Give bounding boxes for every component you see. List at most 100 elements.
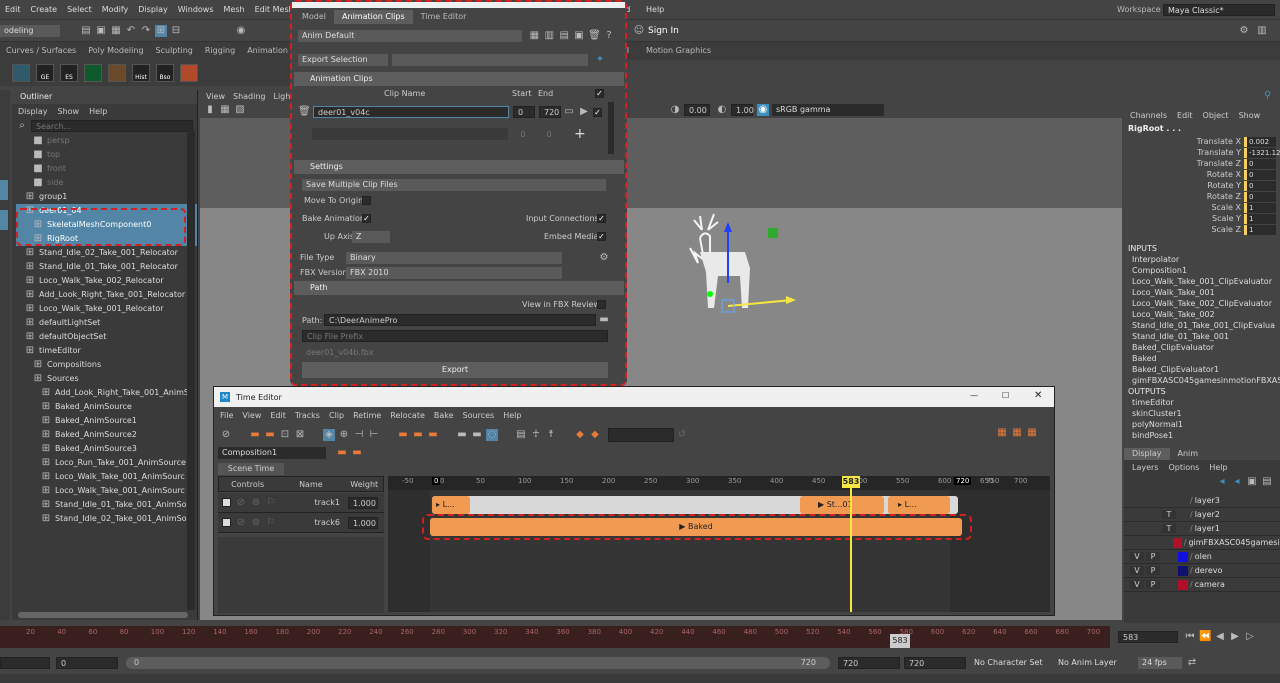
outliner-item[interactable]: ⊞ Baked_AnimSource bbox=[16, 400, 197, 414]
close-icon[interactable]: ✕ bbox=[1034, 390, 1042, 401]
outliner-item[interactable]: ■ top bbox=[16, 148, 197, 162]
new-clip-name-input[interactable] bbox=[312, 128, 508, 140]
layer-menu-help[interactable]: Help bbox=[1209, 463, 1227, 472]
redo-icon[interactable]: ↷ bbox=[140, 25, 152, 37]
preset-save-icon[interactable]: ▣ bbox=[573, 30, 585, 42]
export-button[interactable]: Export bbox=[302, 362, 608, 378]
track-mute-icon[interactable]: ⊘ bbox=[235, 497, 247, 509]
playhead-marker[interactable]: 583 bbox=[842, 476, 860, 488]
animation-end-field[interactable]: 720 bbox=[904, 657, 966, 669]
channel-attr-row[interactable]: Rotate Z0 bbox=[1124, 191, 1280, 202]
layer-menu-options[interactable]: Options bbox=[1168, 463, 1199, 472]
open-scene-icon[interactable]: ▣ bbox=[95, 25, 107, 37]
outliner-hscrollbar[interactable] bbox=[18, 612, 188, 618]
input-node[interactable]: Loco_Walk_Take_002_ClipEvaluator bbox=[1124, 298, 1280, 309]
shelf-button-graph[interactable] bbox=[12, 64, 30, 82]
layer-move-up-icon[interactable]: ◂ bbox=[1216, 476, 1228, 488]
shelf-tab-animation[interactable]: Animation bbox=[241, 42, 294, 60]
outliner-item[interactable]: ⊞ Stand_Idle_01_Take_001_AnimSou bbox=[16, 498, 197, 512]
te-menu-item[interactable]: Retime bbox=[353, 411, 381, 420]
all-clips-checkbox[interactable]: ✓ bbox=[595, 89, 604, 98]
scene-time-tab[interactable]: Scene Time bbox=[218, 463, 284, 475]
modeling-toolkit-icon[interactable]: ⚙ bbox=[1238, 25, 1250, 37]
output-node[interactable]: polyNormal1 bbox=[1124, 419, 1280, 430]
time-slider[interactable]: 20 40 60 80 100 120 140 160 180 200 220 240 260 280 30… bbox=[0, 626, 1110, 648]
fbx-settings-gear-icon[interactable]: ⚙ bbox=[598, 252, 610, 264]
channel-menu-edit[interactable]: Edit bbox=[1177, 111, 1193, 120]
layer-row[interactable]: / layer3 bbox=[1124, 494, 1280, 508]
key-layer-icon[interactable]: ◆ bbox=[589, 429, 601, 441]
preset-dropdown[interactable]: Anim Default bbox=[298, 30, 523, 42]
colorspace-icon[interactable]: ◉ bbox=[757, 104, 769, 116]
channel-attr-value[interactable]: 1 bbox=[1244, 224, 1276, 235]
te-menu-item[interactable]: Sources bbox=[463, 411, 495, 420]
shelf-button-es[interactable]: ES bbox=[60, 64, 78, 82]
scale-tool-te-icon[interactable]: ⊕ bbox=[338, 429, 350, 441]
clip-play-icon[interactable]: ▶ bbox=[578, 106, 590, 118]
channel-attr-row[interactable]: Translate Z0 bbox=[1124, 158, 1280, 169]
outliner-menu-display[interactable]: Display bbox=[18, 107, 48, 116]
track-weight-field[interactable]: 1.000 bbox=[348, 516, 378, 529]
track-row[interactable]: ⊘ ⊚ ⚐ track1 1.000 bbox=[218, 493, 384, 513]
save-scene-icon[interactable]: ▦ bbox=[110, 25, 122, 37]
mode-dropdown[interactable]: odeling bbox=[0, 24, 60, 37]
deer-model[interactable] bbox=[670, 208, 800, 328]
workspace-dropdown[interactable]: Maya Classic* bbox=[1163, 4, 1275, 16]
input-node[interactable]: Loco_Walk_Take_001 bbox=[1124, 287, 1280, 298]
folder-icon[interactable]: ▬ bbox=[598, 314, 610, 326]
menu-edit[interactable]: Edit bbox=[0, 0, 26, 20]
go-to-start-icon[interactable]: ⏮ bbox=[1184, 631, 1196, 643]
channel-attr-value[interactable]: 0 bbox=[1244, 191, 1276, 202]
te-menu-item[interactable]: Edit bbox=[270, 411, 286, 420]
preset-delete-icon[interactable]: 🗑 bbox=[588, 30, 601, 42]
preset-add-icon[interactable]: ▦ bbox=[528, 30, 540, 42]
exposure-icon[interactable]: ◑ bbox=[669, 104, 681, 116]
move-to-origin-checkbox[interactable] bbox=[362, 196, 371, 205]
layer-playback-toggle[interactable]: P bbox=[1146, 580, 1160, 589]
track-lock-icon[interactable]: ⊚ bbox=[250, 497, 262, 509]
outliner-item[interactable]: ⊞ Stand_Idle_01_Take_001_Relocator bbox=[16, 260, 197, 274]
layer-visibility-toggle[interactable]: V bbox=[1130, 552, 1144, 561]
input-node[interactable]: Baked_ClipEvaluator bbox=[1124, 342, 1280, 353]
outliner-search-input[interactable]: Search... bbox=[31, 120, 193, 132]
te-menu-item[interactable]: File bbox=[220, 411, 233, 420]
channel-attr-row[interactable]: Scale Y1 bbox=[1124, 213, 1280, 224]
bookmark-icon[interactable]: ▧ bbox=[234, 104, 246, 116]
outliner-item[interactable]: ⊞ Add_Look_Right_Take_001_AnimS bbox=[16, 386, 197, 400]
channel-menu-show[interactable]: Show bbox=[1239, 111, 1261, 120]
hold-clip-icon[interactable]: ▬ bbox=[427, 429, 439, 441]
layer-tab-anim[interactable]: Anim bbox=[1170, 448, 1207, 460]
user-icon[interactable]: ☺ bbox=[633, 25, 645, 37]
input-connections-checkbox[interactable]: ✓ bbox=[597, 214, 606, 223]
te-menu-item[interactable]: Tracks bbox=[295, 411, 320, 420]
menu-create[interactable]: Create bbox=[26, 0, 63, 20]
shelf-button-camera[interactable] bbox=[180, 64, 198, 82]
up-axis-dropdown[interactable]: Z bbox=[352, 231, 390, 243]
embed-media-checkbox[interactable]: ✓ bbox=[597, 232, 606, 241]
add-clip-icon[interactable]: + bbox=[574, 126, 586, 142]
select-hierarchy-icon[interactable]: ⊞ bbox=[155, 24, 167, 37]
channel-attr-row[interactable]: Rotate Y0 bbox=[1124, 180, 1280, 191]
shelf-button-hist[interactable]: Hist bbox=[132, 64, 150, 82]
channel-attr-value[interactable]: 0.002 bbox=[1244, 136, 1276, 147]
path-input[interactable]: C:\DeerAnimePro bbox=[324, 314, 596, 326]
playback-end-field[interactable]: 720 bbox=[838, 657, 900, 669]
fbx-version-dropdown[interactable]: FBX 2010 bbox=[346, 267, 562, 279]
layer-color-swatch[interactable] bbox=[1172, 537, 1182, 548]
viewport-menu-shading[interactable]: Shading bbox=[233, 92, 266, 101]
minimize-icon[interactable]: — bbox=[970, 391, 978, 400]
clip-end-input[interactable]: 720 bbox=[539, 106, 561, 118]
te-menu-item[interactable]: Bake bbox=[434, 411, 454, 420]
shelf-button-key[interactable] bbox=[108, 64, 126, 82]
new-clip-start[interactable]: 0 bbox=[512, 130, 534, 139]
track-lock-icon[interactable]: ⊚ bbox=[250, 517, 262, 529]
gamma-field[interactable]: 1.00 bbox=[731, 104, 754, 116]
new-clip-end[interactable]: 0 bbox=[538, 130, 560, 139]
timeline-area[interactable]: -50 0 0 50 100 150 200 250 300 350 400 450 500 550 600… bbox=[388, 476, 1050, 612]
layer-visibility-toggle[interactable]: V bbox=[1130, 580, 1144, 589]
layer-playback-toggle[interactable]: P bbox=[1146, 566, 1160, 575]
clip-start-input[interactable]: 0 bbox=[513, 106, 535, 118]
loop-playback-icon[interactable]: ⇄ bbox=[1186, 657, 1198, 669]
channel-attr-value[interactable]: 1 bbox=[1244, 202, 1276, 213]
menu-help[interactable]: Help bbox=[641, 0, 669, 20]
